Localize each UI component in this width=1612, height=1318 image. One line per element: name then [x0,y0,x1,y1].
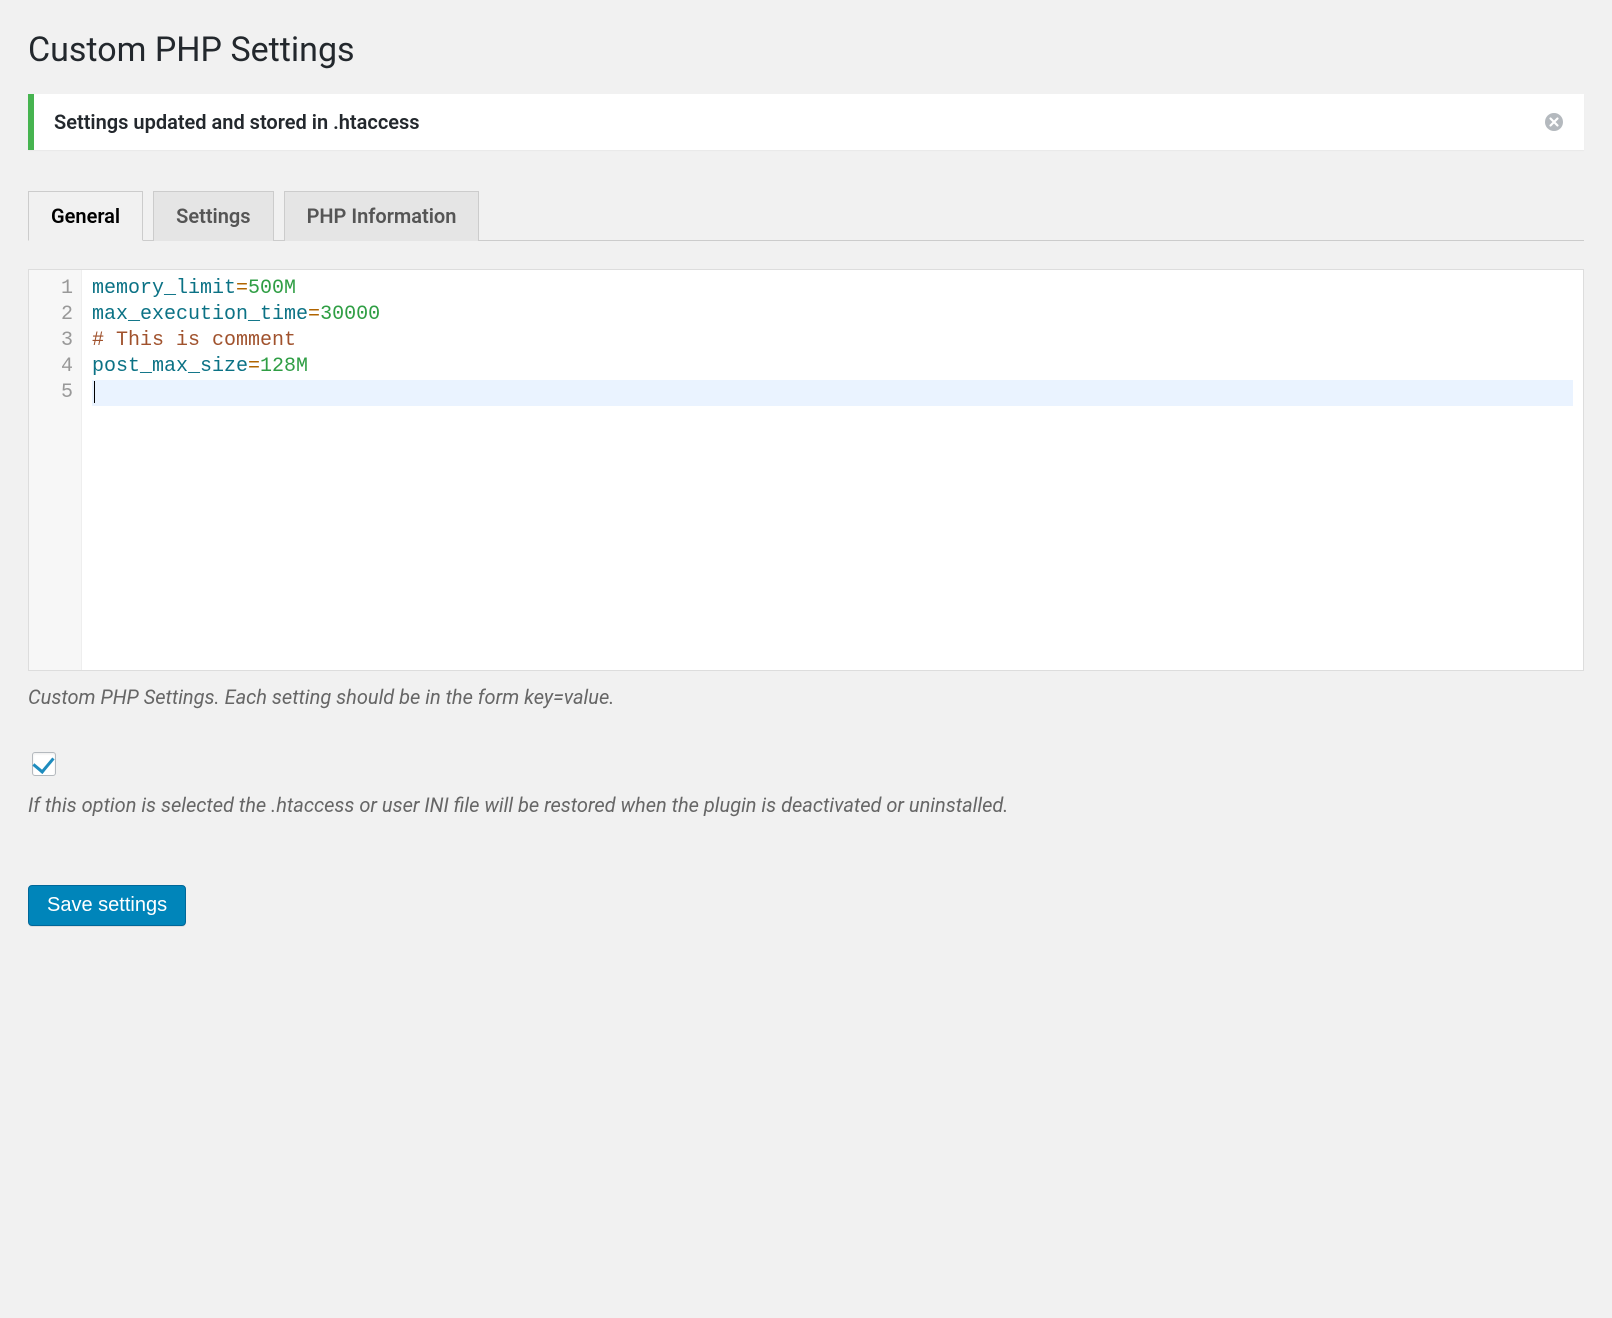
line-number-gutter: 1 2 3 4 5 [29,270,82,670]
save-button[interactable]: Save settings [28,885,186,926]
close-icon[interactable] [1544,112,1564,132]
tab-label: PHP Information [307,204,457,228]
ini-key: post_max_size [92,355,248,378]
ini-equals: = [308,303,320,326]
code-line-active [92,380,1573,406]
code-area[interactable]: memory_limit=500M max_execution_time=300… [82,270,1583,670]
settings-page: Custom PHP Settings Settings updated and… [0,0,1612,966]
notice-text: Settings updated and stored in .htaccess [54,110,1544,134]
code-line: # This is comment [92,328,1573,354]
ini-key: memory_limit [92,277,236,300]
line-number: 4 [43,354,73,380]
restore-option-description: If this option is selected the .htaccess… [28,793,1584,817]
ini-equals: = [236,277,248,300]
tab-settings[interactable]: Settings [153,191,273,241]
tab-bar: General Settings PHP Information [28,190,1584,241]
editor-description: Custom PHP Settings. Each setting should… [28,685,1584,709]
line-number: 5 [43,380,73,406]
text-cursor-icon [94,381,95,403]
tab-label: General [51,204,120,228]
ini-equals: = [248,355,260,378]
ini-value: 128M [260,355,308,378]
save-button-label: Save settings [47,894,167,916]
success-notice: Settings updated and stored in .htaccess [28,94,1584,150]
ini-value: 500M [248,277,296,300]
tab-php-information[interactable]: PHP Information [284,191,480,241]
ini-value: 30000 [320,303,380,326]
editor-container: 1 2 3 4 5 memory_limit=500M max_executio… [28,269,1584,709]
tab-label: Settings [176,204,250,228]
ini-comment: # This is comment [92,329,296,352]
line-number: 1 [43,276,73,302]
tab-general[interactable]: General [28,191,143,241]
code-line: post_max_size=128M [92,354,1573,380]
line-number: 3 [43,328,73,354]
code-line: memory_limit=500M [92,276,1573,302]
restore-option-row: If this option is selected the .htaccess… [28,749,1584,817]
code-editor[interactable]: 1 2 3 4 5 memory_limit=500M max_executio… [28,269,1584,671]
line-number: 2 [43,302,73,328]
restore-checkbox[interactable] [32,752,56,776]
ini-key: max_execution_time [92,303,308,326]
page-title: Custom PHP Settings [28,30,1584,70]
code-line: max_execution_time=30000 [92,302,1573,328]
